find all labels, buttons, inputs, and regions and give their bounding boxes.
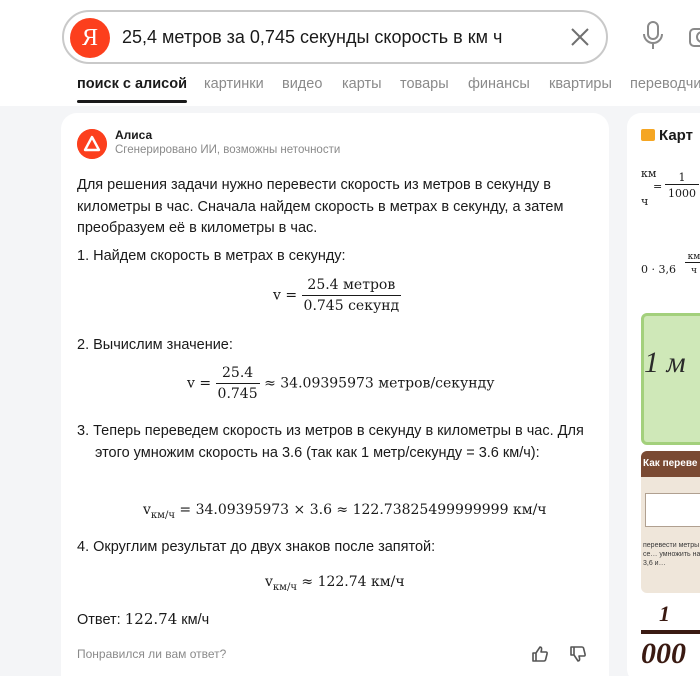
tab-apartments[interactable]: квартиры (549, 76, 612, 92)
thumbnail-1[interactable]: км ч = 1 1000 (641, 151, 700, 235)
close-icon[interactable] (569, 26, 591, 48)
ai-disclaimer: Сгенерировано ИИ, возможны неточности (115, 144, 341, 156)
thumbnail-5[interactable]: 1 000 (641, 601, 700, 676)
thumbs-up-icon[interactable] (531, 645, 549, 663)
formula-3: vкм/ч = 34.09395973 × 3.6 ≈ 122.73825499… (143, 502, 547, 521)
step-2: 2. Вычислим значение: (77, 337, 233, 353)
thumb1-den: 1000 (668, 187, 696, 200)
search-bar[interactable]: Я 25,4 метров за 0,745 секунды скорость … (62, 10, 608, 64)
logo-letter: Я (81, 24, 98, 51)
thumb1-num: 1 (665, 171, 699, 185)
thumbnail-2[interactable]: 0 · 3,6 км ч = (641, 239, 700, 301)
thumb4-title: Как переве (643, 458, 698, 469)
formula-2-fraction: 25.4 0.745 (215, 365, 260, 402)
tab-maps[interactable]: карты (342, 76, 382, 92)
formula-1: v = 25.4 метров 0.745 секунд (273, 277, 402, 314)
alice-answer-card: Алиса Сгенерировано ИИ, возможны неточно… (61, 113, 609, 676)
thumb1-km: км (641, 167, 657, 180)
thumb5-bar (641, 630, 700, 634)
result-label: Ответ: (77, 612, 125, 628)
active-tab-indicator (77, 100, 187, 103)
thumbnail-3[interactable]: 1 м (641, 313, 700, 445)
sidebar-title[interactable]: Карт (641, 127, 693, 144)
answer-result: Ответ: 122.74 км/ч (77, 609, 209, 632)
thumbs-down-icon[interactable] (569, 645, 587, 663)
tab-images[interactable]: картинки (204, 76, 264, 92)
formula-4-var: v (265, 574, 273, 590)
tab-products[interactable]: товары (400, 76, 449, 92)
step-1: 1. Найдем скорость в метрах в секунду: (77, 248, 346, 264)
header: Я 25,4 метров за 0,745 секунды скорость … (0, 0, 700, 106)
thumb1-h: ч (641, 195, 649, 208)
thumb4-formula-box (645, 493, 700, 527)
thumb2-num: км (685, 252, 700, 263)
thumb1-eq: = (653, 180, 663, 193)
tab-translator[interactable]: переводчик (630, 76, 700, 92)
result-unit: км/ч (177, 612, 210, 628)
step-4: 4. Округлим результат до двух знаков пос… (77, 539, 436, 555)
formula-1-numerator: 25.4 метров (301, 277, 402, 296)
thumb3-text: 1 м (644, 346, 686, 379)
thumb2-text: 0 · 3,6 (641, 263, 676, 276)
formula-2-denominator: 0.745 (217, 386, 258, 402)
alice-logo-icon (77, 129, 107, 159)
thumbnail-4[interactable]: Как переве перевести метры в се… умножит… (641, 451, 700, 593)
answer-intro: Для решения задачи нужно перевести скоро… (77, 177, 564, 236)
formula-2-numerator: 25.4 (215, 365, 260, 384)
feedback-prompt: Понравился ли вам ответ? (77, 647, 227, 661)
formula-4-sub: км/ч (272, 581, 297, 593)
image-sidebar: Карт км ч = 1 1000 0 · 3,6 км ч = 1 м Ка… (627, 113, 700, 676)
formula-3-sub: км/ч (150, 509, 175, 521)
formula-2: v = 25.4 0.745 ≈ 34.09395973 метров/секу… (187, 365, 494, 402)
formula-3-rhs: = 34.09395973 × 3.6 ≈ 122.73825499999999… (174, 502, 547, 518)
formula-2-rhs: ≈ 34.09395973 метров/секунду (264, 375, 495, 392)
camera-icon[interactable] (688, 24, 700, 48)
thumb5-num: 1 (659, 601, 670, 626)
formula-2-lhs: v = (187, 375, 212, 392)
thumb4-note: перевести метры в се… умножить на 3,6 и… (643, 542, 700, 567)
tab-finance[interactable]: финансы (468, 76, 530, 92)
tab-video[interactable]: видео (282, 76, 322, 92)
formula-4: vкм/ч ≈ 122.74 км/ч (265, 574, 405, 593)
thumb2-den: ч (691, 266, 697, 276)
yandex-logo[interactable]: Я (70, 18, 110, 58)
formula-4-rhs: ≈ 122.74 км/ч (296, 574, 405, 590)
formula-3-var: v (143, 502, 151, 518)
formula-1-lhs: v = (273, 287, 298, 304)
answer-author: Алиса (115, 128, 153, 142)
image-icon (641, 129, 655, 141)
search-input[interactable]: 25,4 метров за 0,745 секунды скорость в … (122, 27, 502, 48)
step-3: 3. Теперь переведем скорость из метров в… (77, 423, 584, 461)
formula-1-fraction: 25.4 метров 0.745 секунд (301, 277, 402, 314)
result-value: 122.74 (124, 610, 178, 628)
formula-1-denominator: 0.745 секунд (303, 298, 400, 314)
microphone-icon[interactable] (640, 20, 666, 52)
sidebar-title-text: Карт (659, 127, 693, 144)
thumb5-den: 000 (641, 637, 686, 670)
tab-alice[interactable]: поиск с алисой (77, 76, 187, 92)
